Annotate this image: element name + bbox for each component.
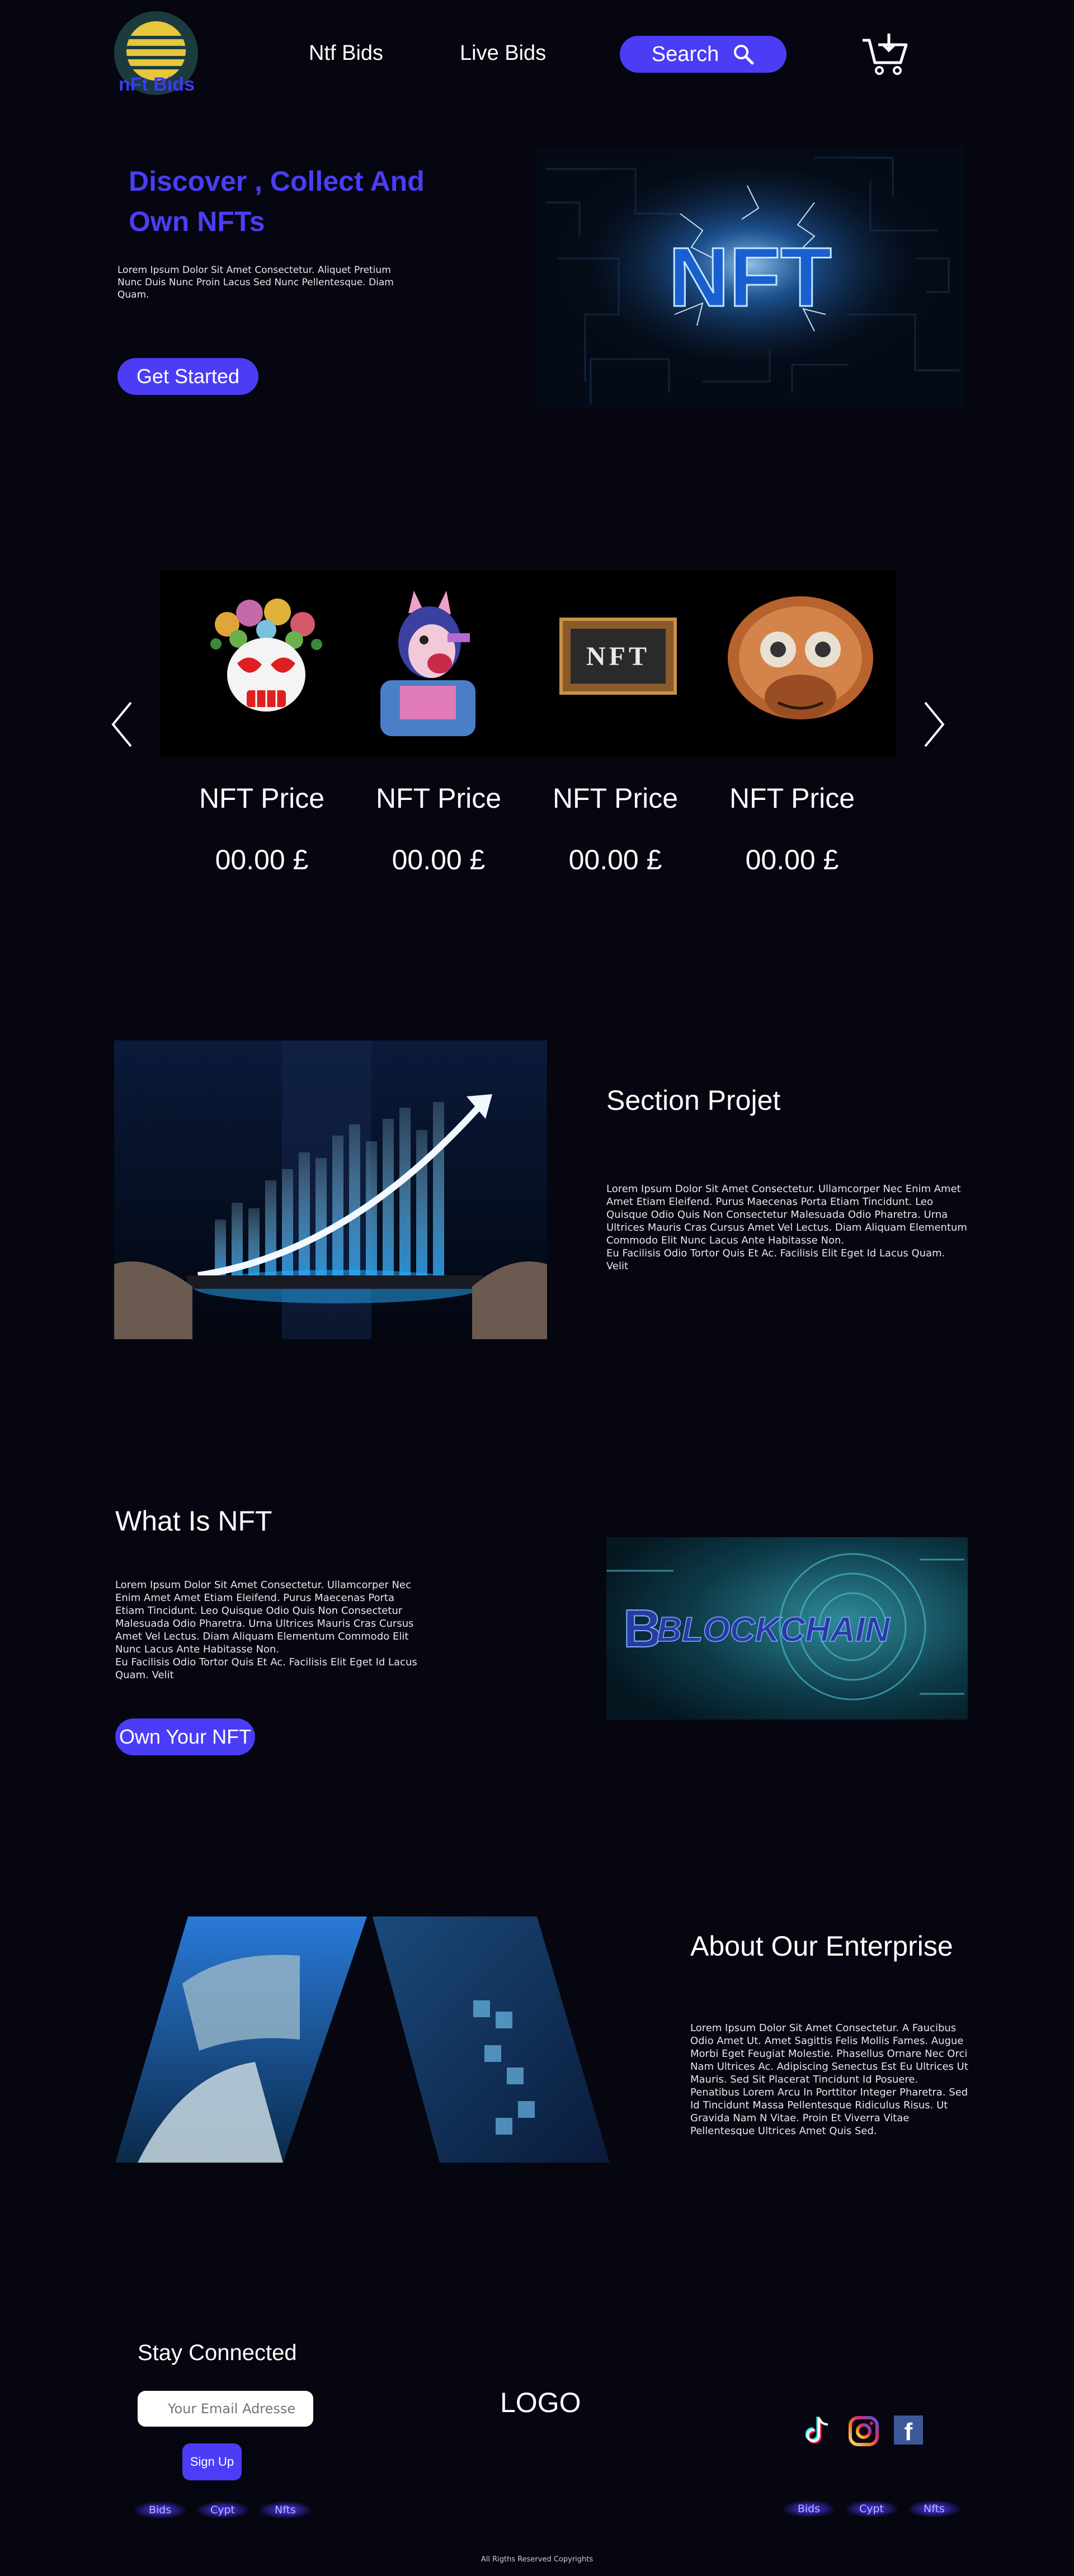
nft-frame-image[interactable]: NFT (559, 618, 677, 695)
hero-title: Discover , Collect And Own NFTs (129, 161, 464, 242)
stay-connected-title: Stay Connected (138, 2340, 297, 2365)
nft-price-value: 00.00 £ (745, 844, 839, 875)
blockchain-image-text: BLOCKCHAIN (657, 1610, 891, 1649)
nft-price-label: NFT Price (375, 783, 502, 814)
section-projet-paragraph-1: Lorem Ipsum Dolor Sit Amet Consectetur. … (606, 1183, 967, 1246)
hero-image-text: NFT (668, 230, 832, 324)
hero-title-line1: Discover , Collect And (129, 166, 425, 197)
cart-icon[interactable] (861, 32, 910, 76)
footer-logo: LOGO (500, 2387, 581, 2418)
footer-link-nfts[interactable]: Nfts (908, 2500, 960, 2517)
carousel-prev-icon[interactable] (110, 700, 134, 748)
nft-price-value: 00.00 £ (568, 844, 662, 875)
instagram-icon[interactable] (848, 2415, 879, 2447)
footer-link-cypt[interactable]: Cypt (846, 2500, 897, 2517)
email-input[interactable] (138, 2391, 313, 2427)
nav-ntf-bids[interactable]: Ntf Bids (309, 41, 383, 65)
enterprise-image (115, 1916, 613, 2163)
nft-robot-horse-image[interactable] (358, 591, 492, 736)
hero-title-line2: Own NFTs (129, 206, 265, 237)
hero-description: Lorem Ipsum Dolor Sit Amet Consectetur. … (117, 265, 394, 300)
footer-link-cypt[interactable]: Cypt (197, 2502, 248, 2518)
nft-frame-text: NFT (571, 629, 666, 684)
about-title: About Our Enterprise (690, 1930, 953, 1962)
nft-price-value: 00.00 £ (392, 844, 486, 875)
footer-link-nfts[interactable]: Nfts (260, 2502, 311, 2518)
what-is-nft-text: Lorem Ipsum Dolor Sit Amet Consectetur. … (115, 1579, 422, 1682)
nft-price-label: NFT Price (199, 783, 325, 814)
footer-link-bids[interactable]: Bids (783, 2500, 835, 2517)
nft-mech-monkey-image[interactable] (719, 591, 882, 736)
nft-skull-flowers-image[interactable] (194, 591, 339, 719)
nft-price-value: 00.00 £ (215, 844, 309, 875)
hero-nft-image: NFT (535, 147, 965, 408)
logo-text: nFt Bids (119, 74, 195, 95)
nft-price-label: NFT Price (552, 783, 679, 814)
nft-price-label: NFT Price (729, 783, 855, 814)
section-projet-paragraph-2: Eu Facilisis Odio Tortor Quis Et Ac. Fac… (606, 1247, 945, 1272)
copyright-text: All Rigths Reserved Copyrights (481, 2555, 593, 2564)
facebook-icon[interactable]: f (894, 2415, 923, 2445)
search-label: Search (651, 42, 719, 66)
site-logo[interactable]: nFt Bids (112, 11, 201, 95)
own-your-nft-button[interactable]: Own Your NFT (115, 1718, 255, 1755)
carousel-strip: NFT (160, 571, 896, 757)
nav-live-bids[interactable]: Live Bids (460, 41, 546, 65)
search-icon (734, 45, 754, 65)
search-button[interactable]: Search (620, 36, 786, 73)
what-is-nft-title: What Is NFT (115, 1505, 272, 1537)
about-text: Lorem Ipsum Dolor Sit Amet Consectetur. … (690, 2022, 968, 2137)
carousel-next-icon[interactable] (922, 700, 946, 748)
svg-text:B: B (623, 1599, 662, 1659)
what-is-nft-paragraph-2: Eu Facilisis Odio Tortor Quis Et Ac. Fac… (115, 1656, 417, 1681)
get-started-button[interactable]: Get Started (117, 358, 258, 395)
footer-link-bids[interactable]: Bids (134, 2502, 186, 2518)
blockchain-image: B BLOCKCHAIN (606, 1537, 968, 1720)
what-is-nft-paragraph-1: Lorem Ipsum Dolor Sit Amet Consectetur. … (115, 1579, 414, 1655)
stock-growth-image (114, 1040, 547, 1339)
section-projet-text: Lorem Ipsum Dolor Sit Amet Consectetur. … (606, 1183, 969, 1273)
tiktok-icon[interactable] (805, 2415, 831, 2445)
sign-up-button[interactable]: Sign Up (182, 2443, 242, 2480)
section-projet-title: Section Projet (606, 1085, 781, 1116)
